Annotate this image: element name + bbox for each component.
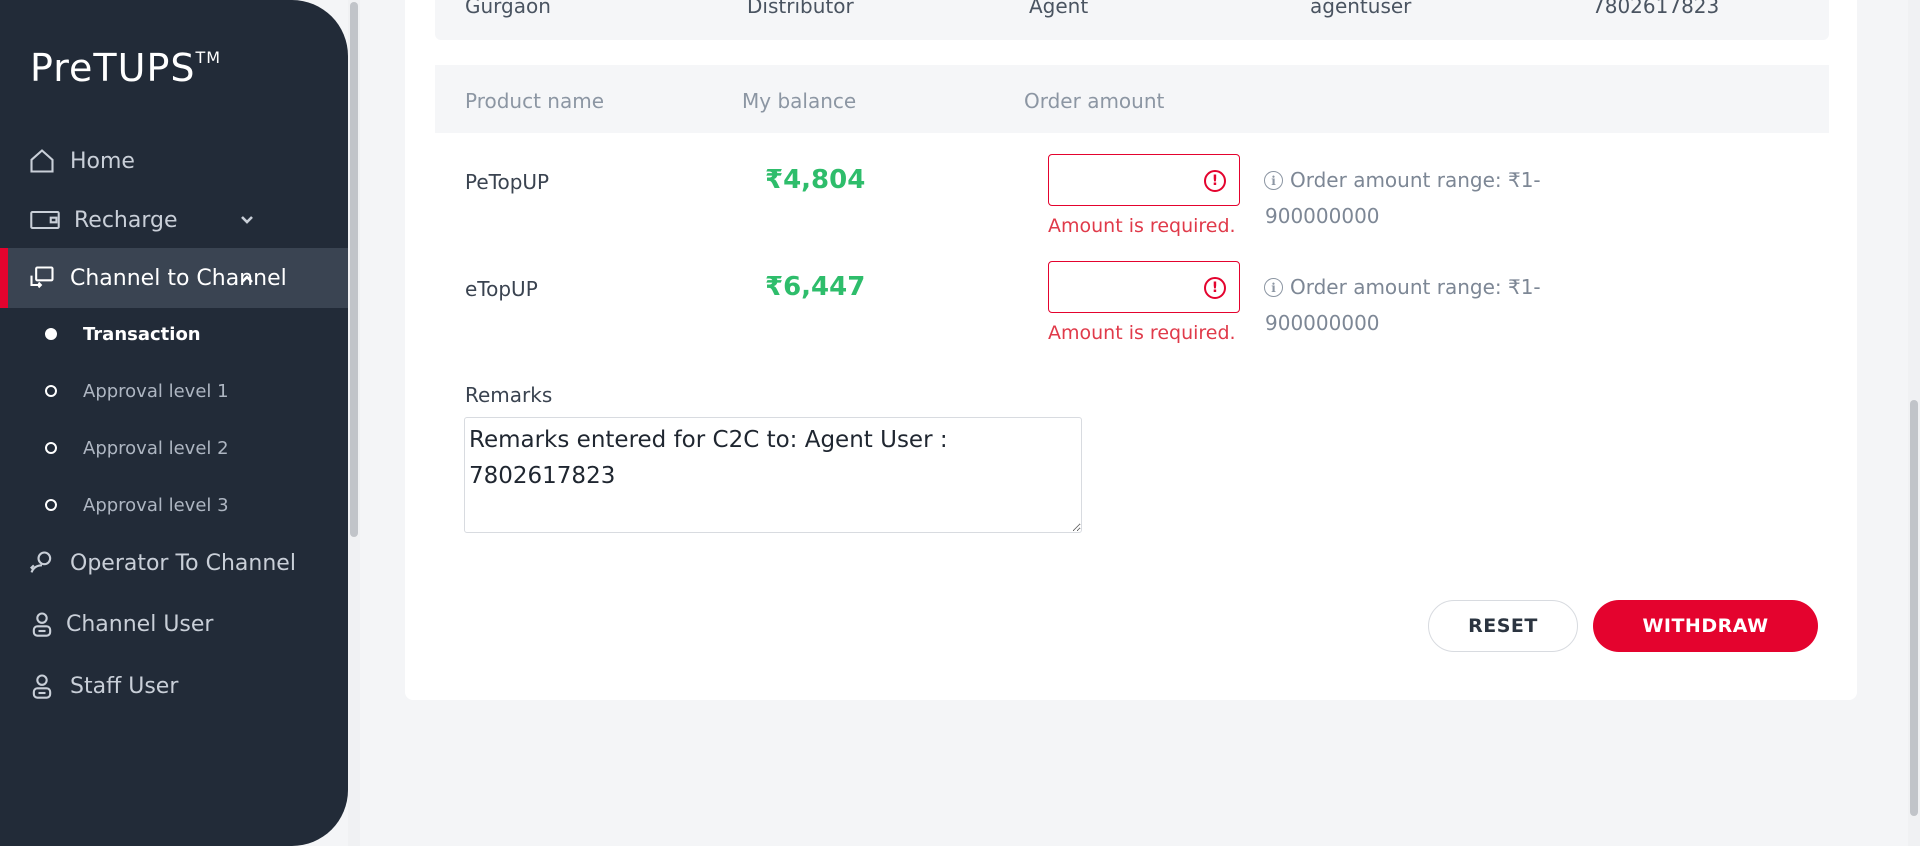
user-domain: Distributor [747,0,854,18]
error-icon: ! [1204,277,1226,299]
bullet-icon [45,385,57,397]
amount-error-message: Amount is required. [1048,215,1236,237]
sidebar-subitem-label: Approval level 3 [83,494,229,516]
sidebar-subitem-transaction[interactable]: Transaction [0,314,348,354]
chevron-up-icon [238,269,256,287]
home-icon [28,147,56,175]
info-icon: i [1264,278,1283,297]
amount-error-message: Amount is required. [1048,322,1236,344]
selected-user-row: Gurgaon Distributor Agent agentuser 7802… [435,0,1829,40]
sidebar-item-staff-user[interactable]: Staff User [0,658,348,714]
sidebar-item-label: Home [70,148,135,174]
channel-icon [28,264,56,292]
user-msisdn: 7802617823 [1592,0,1720,18]
sidebar-scrollbar[interactable] [350,2,358,537]
withdraw-button[interactable]: WITHDRAW [1593,600,1818,652]
product-name: PeTopUP [465,170,550,194]
header-order-amount: Order amount [1024,89,1165,113]
brand-logo: PreTUPSTM [30,46,222,90]
sidebar-item-channel-user[interactable]: Channel User [0,596,348,652]
user-geography: Gurgaon [465,0,551,18]
product-name: eTopUP [465,277,538,301]
sidebar-item-label: Channel User [66,611,214,637]
sidebar-subitem-approval-level-3[interactable]: Approval level 3 [0,485,348,525]
order-amount-range-max: 900000000 [1265,204,1380,228]
sidebar-subitem-approval-level-1[interactable]: Approval level 1 [0,371,348,411]
page-scrollbar[interactable] [1910,400,1918,816]
staff-icon [28,672,56,700]
product-table-header: Product name My balance Order amount [435,65,1829,133]
sidebar-item-channel-to-channel[interactable]: Channel to Channel [0,248,348,308]
reset-button[interactable]: RESET [1428,600,1578,652]
user-icon [28,610,56,638]
sidebar-item-operator-to-channel[interactable]: Operator To Channel [0,535,348,591]
header-my-balance: My balance [742,89,857,113]
sidebar-item-label: Operator To Channel [70,550,296,576]
sidebar-subitem-label: Approval level 1 [83,380,229,402]
bullet-icon [45,442,57,454]
remarks-textarea[interactable]: Remarks entered for C2C to: Agent User :… [464,417,1082,533]
order-amount-range-max: 900000000 [1265,311,1380,335]
remarks-label: Remarks [465,383,553,407]
sidebar-subitem-approval-level-2[interactable]: Approval level 2 [0,428,348,468]
chevron-down-icon [238,210,256,228]
info-icon: i [1264,171,1283,190]
user-name: agentuser [1310,0,1412,18]
operator-icon [28,549,56,577]
sidebar-item-label: Staff User [70,673,179,699]
error-icon: ! [1204,170,1226,192]
sidebar-subitem-label: Approval level 2 [83,437,229,459]
user-category: Agent [1029,0,1089,18]
product-balance: ₹4,804 [765,165,866,195]
sidebar-subitem-label: Transaction [83,323,201,345]
bullet-icon [45,499,57,511]
product-balance: ₹6,447 [765,272,866,302]
header-product-name: Product name [465,89,605,113]
sidebar-item-label: Recharge [74,207,178,233]
sidebar-item-home[interactable]: Home [0,133,348,189]
sidebar: PreTUPSTM Home Recharge Channel to Chann… [0,0,348,846]
bullet-icon [45,328,57,340]
recharge-icon [28,206,62,234]
order-amount-range: Order amount range: ₹1- [1290,168,1541,192]
sidebar-item-recharge[interactable]: Recharge [0,192,348,248]
order-amount-range: Order amount range: ₹1- [1290,275,1541,299]
